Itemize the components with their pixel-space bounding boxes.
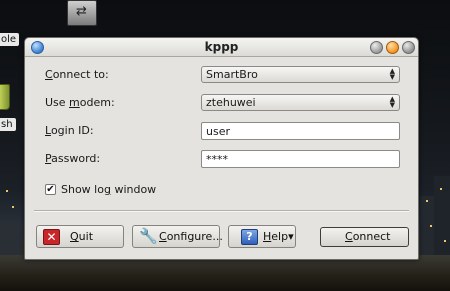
- show-log-window-checkbox[interactable]: ✔: [45, 184, 56, 195]
- trash-label[interactable]: sh: [0, 118, 16, 131]
- help-button[interactable]: ? Help▾: [228, 225, 296, 248]
- window-title: kppp: [204, 40, 239, 54]
- configure-button-label: Configure...: [159, 230, 223, 243]
- show-log-window-label: Show log window: [61, 183, 157, 196]
- desktop-icon-label[interactable]: ole: [0, 33, 20, 46]
- quit-button[interactable]: ✕ Quit: [36, 225, 124, 248]
- connect-button[interactable]: Connect: [320, 227, 409, 247]
- minimize-button[interactable]: [370, 41, 383, 54]
- harbor-water: [0, 255, 450, 291]
- password-input[interactable]: ****: [201, 150, 400, 168]
- connect-to-value: SmartBro: [206, 68, 258, 81]
- updown-arrow-icon: ▲ ▼: [389, 67, 395, 81]
- updown-arrow-icon: ▲ ▼: [389, 95, 395, 109]
- login-id-label: Login ID:: [45, 124, 94, 137]
- connect-to-label: Connect to:: [45, 68, 109, 81]
- use-modem-select[interactable]: ztehuwei ▲ ▼: [201, 94, 400, 111]
- quit-button-label: Quit: [70, 230, 94, 243]
- kppp-dialog: kppp Connect to: SmartBro ▲ ▼ Use modem: …: [24, 37, 419, 260]
- title-bar[interactable]: kppp: [25, 38, 418, 57]
- login-id-input[interactable]: user: [201, 122, 400, 140]
- separator: [34, 210, 409, 212]
- use-modem-value: ztehuwei: [206, 96, 256, 109]
- configure-button[interactable]: 🔧 Configure...: [132, 225, 223, 248]
- dropdown-arrow-icon: ▾: [288, 230, 294, 243]
- wrench-icon: 🔧: [139, 227, 158, 245]
- help-book-icon: ?: [241, 229, 258, 245]
- maximize-button[interactable]: [386, 41, 399, 54]
- connect-to-select[interactable]: SmartBro ▲ ▼: [201, 66, 400, 83]
- close-x-icon: ✕: [43, 229, 60, 245]
- trash-icon[interactable]: [0, 84, 10, 110]
- close-button[interactable]: [402, 41, 415, 54]
- connect-button-label: Connect: [345, 230, 391, 243]
- use-modem-label: Use modem:: [45, 96, 115, 109]
- password-label: Password:: [45, 152, 101, 165]
- application-icon: [67, 0, 97, 26]
- help-button-label: Help▾: [263, 230, 294, 243]
